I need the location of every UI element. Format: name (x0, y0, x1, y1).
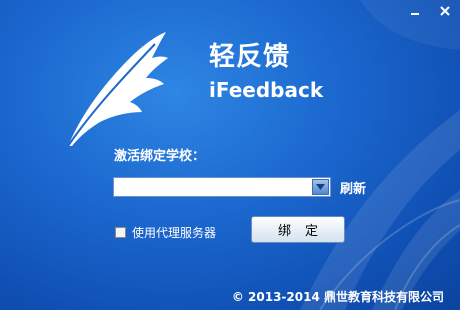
school-input[interactable] (116, 179, 306, 195)
proxy-option[interactable]: 使用代理服务器 (115, 224, 216, 241)
app-subtitle: iFeedback (209, 78, 324, 102)
close-button[interactable] (430, 0, 460, 22)
close-icon (440, 6, 450, 16)
proxy-label: 使用代理服务器 (132, 226, 217, 240)
login-window: 轻反馈 iFeedback 激活绑定学校： 刷新 使用代理服务器 绑定 © 20… (0, 0, 460, 310)
copyright-text: © 2013-2014 鼎世教育科技有限公司 (231, 290, 444, 304)
refresh-link[interactable]: 刷新 (340, 178, 366, 197)
minimize-icon (411, 13, 419, 15)
minimize-button[interactable] (400, 0, 430, 22)
feather-icon (67, 32, 168, 147)
window-controls (400, 0, 460, 22)
dropdown-button[interactable] (312, 179, 329, 195)
school-select[interactable] (113, 177, 331, 197)
bind-button[interactable]: 绑定 (251, 216, 345, 243)
chevron-down-icon (316, 184, 325, 190)
proxy-checkbox[interactable] (115, 227, 126, 238)
app-title: 轻反馈 (209, 42, 291, 72)
school-label: 激活绑定学校： (114, 149, 206, 164)
